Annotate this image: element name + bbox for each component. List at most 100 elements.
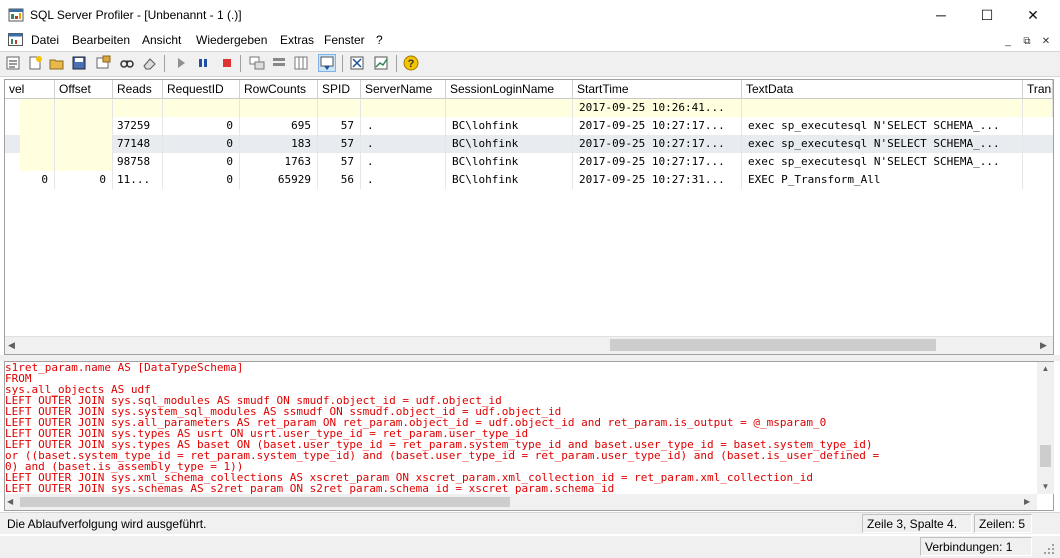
text-vertical-scrollbar[interactable] xyxy=(1037,362,1054,494)
column-header-reads[interactable]: Reads xyxy=(113,80,163,99)
resize-grip-icon[interactable] xyxy=(1040,540,1056,556)
column-header-offset[interactable]: Offset xyxy=(55,80,113,99)
cell-rowcounts: 183 xyxy=(240,135,318,153)
open-icon[interactable] xyxy=(48,54,66,72)
help-icon[interactable]: ? xyxy=(402,54,420,72)
menu-datei[interactable]: Datei xyxy=(31,33,59,47)
scroll-down-icon[interactable]: ▼ xyxy=(1040,482,1051,492)
status-message: Die Ablaufverfolgung wird ausgeführt. xyxy=(7,517,207,531)
cell-servername: . xyxy=(361,117,446,135)
column-header-servername[interactable]: ServerName xyxy=(361,80,446,99)
cell-vel xyxy=(20,117,55,135)
cell-offset xyxy=(55,99,113,117)
sql-line: s1ret_param.name AS [DataTypeSchema] xyxy=(5,362,244,374)
scroll-left-icon[interactable]: ◀ xyxy=(7,497,17,507)
sql-line: LEFT OUTER JOIN sys.schemas AS s2ret_par… xyxy=(5,482,615,494)
mdi-minimize-icon: _ xyxy=(1005,35,1011,47)
text-scroll-thumb[interactable] xyxy=(1040,445,1051,467)
minimize-icon: ─ xyxy=(936,7,946,23)
clear-icon[interactable] xyxy=(140,54,158,72)
sql-line: FROM xyxy=(5,372,32,385)
cell-servername: . xyxy=(361,171,446,189)
scroll-right-icon[interactable]: ▶ xyxy=(1024,497,1034,507)
column-header-starttime[interactable]: StartTime xyxy=(573,80,742,99)
close-button[interactable]: ✕ xyxy=(1010,0,1056,30)
column-header-spid[interactable]: SPID xyxy=(318,80,361,99)
column-header-vel[interactable]: vel xyxy=(5,80,55,99)
replay-icon[interactable] xyxy=(348,54,366,72)
cell-vel: 0 xyxy=(5,171,55,189)
cell-requestid: 0 xyxy=(163,135,240,153)
group-icon[interactable] xyxy=(270,54,288,72)
pause-icon[interactable] xyxy=(194,54,212,72)
grid-scroll-thumb[interactable] xyxy=(610,339,936,351)
cell-spid: 57 xyxy=(318,117,361,135)
cell-offset xyxy=(55,117,113,135)
mdi-close-button[interactable]: ✕ xyxy=(1038,34,1054,48)
cell-login: BC\lohfink xyxy=(446,117,573,135)
column-header-textdata[interactable]: TextData xyxy=(742,80,1023,99)
table-row[interactable]: 77148 0 183 57 . BC\lohfink 2017-09-25 1… xyxy=(5,135,1053,153)
table-row[interactable]: 98758 0 1763 57 . BC\lohfink 2017-09-25 … xyxy=(5,153,1053,171)
minimize-button[interactable]: ─ xyxy=(918,0,964,30)
mdi-restore-button[interactable]: ⧉ xyxy=(1019,34,1035,48)
status-bar-2 xyxy=(0,536,1060,558)
template-icon[interactable] xyxy=(94,54,112,72)
cell-textdata: exec sp_executesql N'SELECT SCHEMA_... xyxy=(742,135,1023,153)
properties-icon[interactable] xyxy=(4,54,22,72)
mdi-restore-icon: ⧉ xyxy=(1023,35,1031,47)
cell-trans xyxy=(1023,99,1053,117)
stop-icon[interactable] xyxy=(218,54,236,72)
column-header-trans[interactable]: Trans xyxy=(1023,80,1053,99)
maximize-icon: ☐ xyxy=(980,6,994,23)
cell-vel xyxy=(20,153,55,171)
cell-spid: 56 xyxy=(318,171,361,189)
new-trace-icon[interactable] xyxy=(26,54,44,72)
close-icon: ✕ xyxy=(1027,6,1039,23)
cell-reads: 11... xyxy=(113,171,163,189)
menu-fenster[interactable]: Fenster xyxy=(324,33,365,47)
menu-help[interactable]: ? xyxy=(376,33,383,47)
cell-servername: . xyxy=(361,135,446,153)
cell-spid: 57 xyxy=(318,135,361,153)
run-icon[interactable] xyxy=(172,54,190,72)
cell-starttime: 2017-09-25 10:27:17... xyxy=(573,153,742,171)
cell-rowcounts: 695 xyxy=(240,117,318,135)
autoscroll-icon[interactable] xyxy=(318,54,336,72)
cell-rowcounts: 1763 xyxy=(240,153,318,171)
scroll-right-icon[interactable]: ▶ xyxy=(1040,339,1050,351)
column-icon[interactable] xyxy=(292,54,310,72)
column-header-sessionloginname[interactable]: SessionLoginName xyxy=(446,80,573,99)
status-connections: Verbindungen: 1 xyxy=(920,537,1032,556)
chart-icon[interactable] xyxy=(372,54,390,72)
cell-offset xyxy=(55,153,113,171)
cell-vel-marker xyxy=(20,99,55,117)
cell-reads: 77148 xyxy=(113,135,163,153)
table-row[interactable]: 37259 0 695 57 . BC\lohfink 2017-09-25 1… xyxy=(5,117,1053,135)
cell-reads: 98758 xyxy=(113,153,163,171)
document-menu-icon[interactable] xyxy=(8,33,23,46)
cell-textdata: exec sp_executesql N'SELECT SCHEMA_... xyxy=(742,153,1023,171)
cell-starttime: 2017-09-25 10:27:17... xyxy=(573,135,742,153)
menu-bearbeiten[interactable]: Bearbeiten xyxy=(72,33,130,47)
cell-starttime: 2017-09-25 10:26:41... xyxy=(573,99,742,117)
cell-textdata xyxy=(742,99,1023,117)
column-header-rowcounts[interactable]: RowCounts xyxy=(240,80,318,99)
scroll-left-icon[interactable]: ◀ xyxy=(8,339,18,351)
column-header-requestid[interactable]: RequestID xyxy=(163,80,240,99)
save-icon[interactable] xyxy=(70,54,88,72)
table-row[interactable]: 2017-09-25 10:26:41... xyxy=(5,99,1053,117)
profiler-app-icon[interactable] xyxy=(8,8,24,22)
menu-wiedergeben[interactable]: Wiedergeben xyxy=(196,33,267,47)
scroll-up-icon[interactable]: ▲ xyxy=(1040,364,1051,374)
mdi-minimize-button[interactable]: _ xyxy=(1000,34,1016,48)
table-row[interactable]: 0 0 11... 0 65929 56 . BC\lohfink 2017-0… xyxy=(5,171,1053,189)
menu-extras[interactable]: Extras xyxy=(280,33,314,47)
maximize-button[interactable]: ☐ xyxy=(964,0,1010,30)
filter-icon[interactable] xyxy=(248,54,266,72)
sql-text[interactable]: s1ret_param.name AS [DataTypeSchema] FRO… xyxy=(5,362,1037,494)
menu-ansicht[interactable]: Ansicht xyxy=(142,33,181,47)
toolbar-separator xyxy=(164,55,165,72)
text-scroll-thumb[interactable] xyxy=(20,497,510,507)
find-icon[interactable] xyxy=(118,54,136,72)
